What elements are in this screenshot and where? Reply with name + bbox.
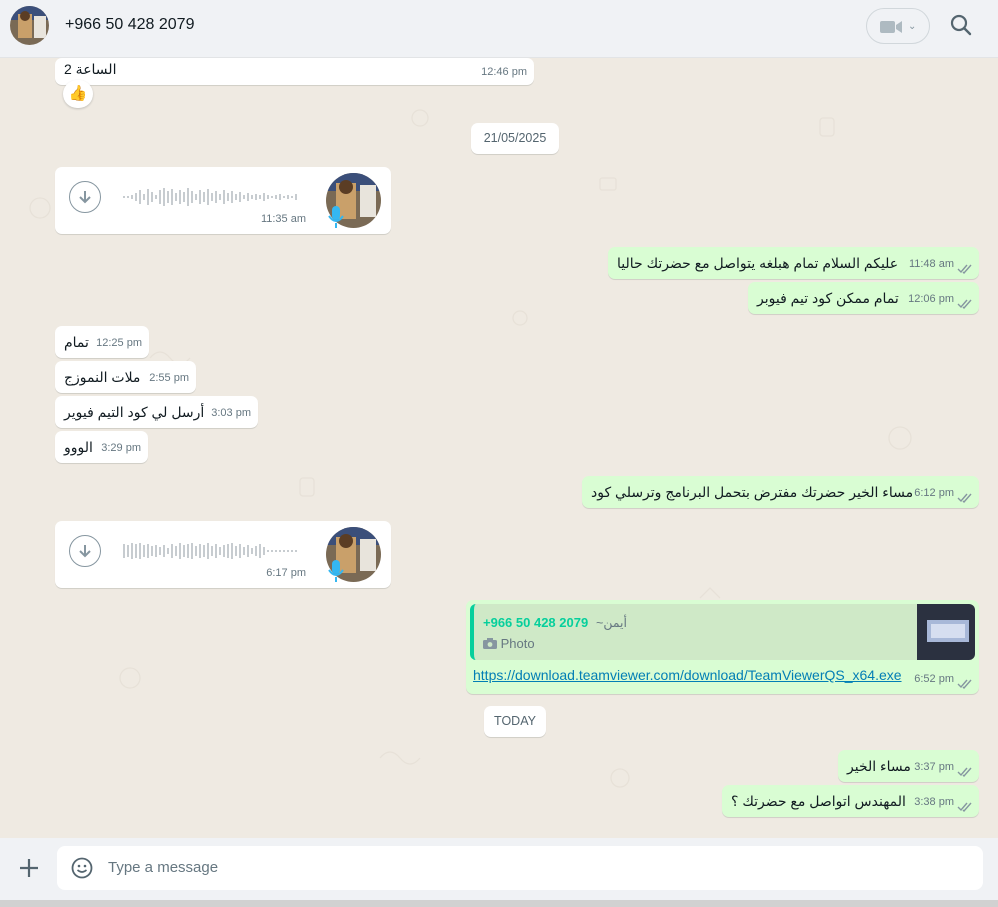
- message-text: عليكم السلام تمام هبلغه يتواصل مع حضرتك …: [617, 255, 899, 271]
- message-text: الساعة 2: [64, 61, 117, 77]
- message-outgoing[interactable]: تمام ممكن كود تيم فيوبر 12:06 pm: [748, 282, 979, 314]
- message-time: 11:48 am: [908, 258, 954, 270]
- message-time: 6:12 pm: [914, 487, 954, 499]
- message-incoming[interactable]: أرسل لي كود التيم فيوير 3:03 pm: [55, 396, 258, 428]
- download-button[interactable]: [69, 181, 101, 213]
- read-ticks-icon: [957, 802, 972, 812]
- date-divider: 21/05/2025: [471, 123, 559, 154]
- read-ticks-icon: [957, 299, 972, 309]
- message-time: 2:55 pm: [149, 372, 189, 384]
- message-text: ملات النموزج: [64, 369, 141, 385]
- window-bottom-edge: [0, 900, 998, 907]
- message-outgoing-link[interactable]: +966 50 428 2079 ~أيمن Photo https://dow…: [466, 600, 979, 694]
- contact-name[interactable]: +966 50 428 2079: [65, 16, 194, 34]
- message-text: أرسل لي كود التيم فيوير: [64, 404, 205, 420]
- message-time: 3:03 pm: [211, 407, 251, 419]
- message-time: 3:38 pm: [914, 796, 954, 808]
- message-incoming[interactable]: الووو 3:29 pm: [55, 431, 148, 463]
- message-time: 12:46 pm: [481, 66, 527, 78]
- mic-icon: [328, 206, 344, 228]
- message-outgoing[interactable]: مساء الخير حضرتك مفترض بتحمل البرنامج وت…: [582, 476, 979, 508]
- message-time: 3:29 pm: [101, 442, 141, 454]
- message-link[interactable]: https://download.teamviewer.com/download…: [473, 666, 902, 685]
- message-incoming[interactable]: ملات النموزج 2:55 pm: [55, 361, 196, 393]
- quoted-media-text: Photo: [500, 636, 535, 651]
- read-ticks-icon: [957, 493, 972, 503]
- search-button[interactable]: [948, 12, 974, 38]
- quoted-sender: +966 50 428 2079: [483, 615, 589, 630]
- download-button[interactable]: [69, 535, 101, 567]
- search-icon: [950, 14, 972, 36]
- message-time: 3:37 pm: [914, 761, 954, 773]
- quoted-photo-thumbnail: [917, 604, 975, 660]
- message-input[interactable]: Type a message: [57, 846, 983, 890]
- avatar[interactable]: [10, 6, 49, 45]
- quoted-media-label: Photo: [483, 634, 535, 653]
- waveform[interactable]: [123, 187, 303, 207]
- message-outgoing[interactable]: المهندس اتواصل مع حضرتك ؟ 3:38 pm: [722, 785, 979, 817]
- message-outgoing[interactable]: مساء الخير 3:37 pm: [838, 750, 979, 782]
- message-list[interactable]: الساعة 2 12:46 pm 👍 21/05/2025 11:35 am …: [0, 58, 998, 838]
- quoted-alias: ~أيمن: [596, 616, 628, 630]
- video-call-icon: [880, 21, 902, 33]
- message-incoming[interactable]: الساعة 2 12:46 pm: [55, 58, 534, 85]
- message-input-placeholder: Type a message: [108, 859, 219, 876]
- chevron-down-icon: ⌄: [908, 21, 917, 32]
- message-time: 12:25 pm: [96, 337, 142, 349]
- message-time: 6:52 pm: [914, 673, 954, 685]
- message-incoming[interactable]: تمام 12:25 pm: [55, 326, 149, 358]
- read-ticks-icon: [957, 264, 972, 274]
- message-text: مساء الخير: [847, 758, 911, 774]
- message-text: مساء الخير حضرتك مفترض بتحمل البرنامج وت…: [591, 484, 914, 500]
- plus-icon: [20, 859, 38, 877]
- message-text: المهندس اتواصل مع حضرتك ؟: [731, 793, 906, 809]
- mic-icon: [328, 560, 344, 582]
- download-icon: [79, 545, 91, 558]
- date-divider: TODAY: [484, 706, 546, 737]
- quoted-message[interactable]: +966 50 428 2079 ~أيمن Photo: [470, 604, 975, 660]
- chat-header: +966 50 428 2079 ⌄: [0, 0, 998, 58]
- voice-message[interactable]: 6:17 pm: [55, 521, 391, 588]
- attach-button[interactable]: [17, 856, 41, 880]
- message-text: تمام: [64, 334, 89, 350]
- reaction-badge[interactable]: 👍: [63, 80, 93, 108]
- waveform[interactable]: [123, 541, 303, 561]
- message-time: 12:06 pm: [908, 293, 954, 305]
- video-call-button[interactable]: ⌄: [866, 8, 930, 44]
- message-composer: Type a message: [0, 838, 998, 900]
- message-text: تمام ممكن كود تيم فيوبر: [757, 290, 899, 306]
- sticker-icon[interactable]: [71, 857, 93, 879]
- message-time: 6:17 pm: [266, 567, 306, 579]
- read-ticks-icon: [957, 679, 972, 689]
- message-time: 11:35 am: [260, 213, 306, 225]
- camera-icon: [483, 638, 497, 649]
- voice-message[interactable]: 11:35 am: [55, 167, 391, 234]
- download-icon: [79, 191, 91, 204]
- message-text: الووو: [64, 439, 93, 455]
- read-ticks-icon: [957, 767, 972, 777]
- message-outgoing[interactable]: عليكم السلام تمام هبلغه يتواصل مع حضرتك …: [608, 247, 979, 279]
